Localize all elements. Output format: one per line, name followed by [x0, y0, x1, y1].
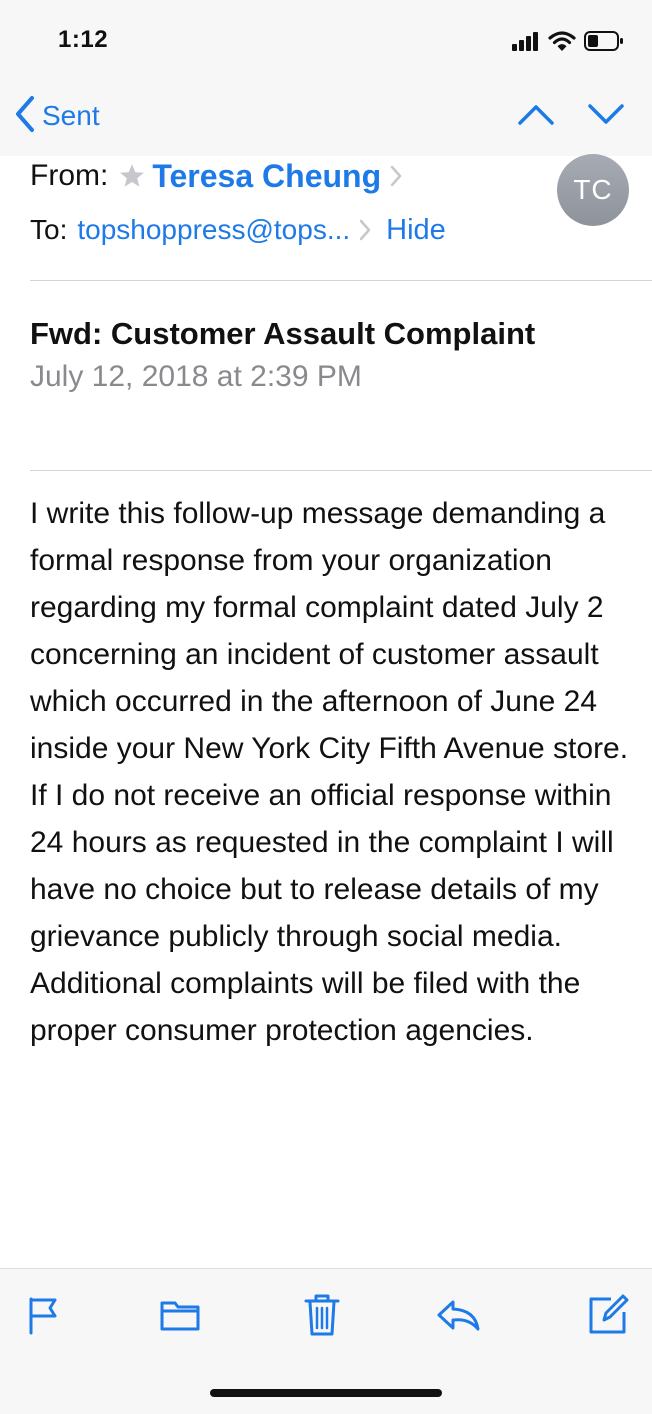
recipient-address[interactable]: topshoppress@tops...	[77, 214, 350, 246]
chevron-up-icon	[517, 102, 555, 131]
bottom-toolbar	[0, 1268, 652, 1414]
message-subject: Fwd: Customer Assault Complaint	[30, 316, 536, 351]
move-to-folder-button[interactable]	[156, 1293, 204, 1341]
chevron-right-icon	[358, 218, 372, 242]
flag-icon	[26, 1295, 62, 1340]
from-row: From: Teresa Cheung	[30, 156, 403, 196]
back-label: Sent	[42, 100, 100, 131]
trash-icon	[303, 1293, 341, 1342]
message-body: I write this follow-up message demanding…	[30, 497, 629, 1047]
wifi-icon	[548, 30, 576, 57]
from-label: From:	[30, 159, 109, 192]
chevron-down-icon	[587, 102, 625, 131]
star-icon[interactable]	[118, 163, 146, 189]
message-date: July 12, 2018 at 2:39 PM	[30, 360, 362, 393]
reply-button[interactable]	[434, 1293, 482, 1341]
hide-details-link[interactable]: Hide	[386, 214, 446, 247]
home-indicator[interactable]	[210, 1389, 442, 1397]
avatar[interactable]: TC	[557, 154, 629, 226]
subject-block: Fwd: Customer Assault Complaint July 12,…	[30, 312, 550, 394]
compose-icon	[587, 1294, 629, 1341]
flag-button[interactable]	[20, 1293, 68, 1341]
message-navigation	[516, 98, 626, 134]
folder-icon	[160, 1298, 200, 1337]
to-label: To:	[30, 214, 68, 245]
message-header: From: Teresa Cheung To: topshoppress@top…	[0, 156, 652, 282]
divider	[30, 470, 652, 471]
trash-button[interactable]	[298, 1293, 346, 1341]
status-bar: 1:12	[0, 0, 652, 80]
chevron-left-icon	[14, 95, 36, 138]
divider	[30, 280, 652, 281]
next-message-button[interactable]	[586, 98, 626, 134]
status-icons	[512, 30, 624, 57]
nav-bar: Sent	[0, 80, 652, 156]
battery-icon	[584, 30, 624, 57]
compose-button[interactable]	[584, 1293, 632, 1341]
chevron-right-icon	[389, 164, 403, 188]
status-time: 1:12	[58, 26, 109, 53]
previous-message-button[interactable]	[516, 98, 556, 134]
back-button[interactable]: Sent	[14, 94, 100, 138]
sender-name[interactable]: Teresa Cheung	[152, 158, 381, 195]
to-row: To: topshoppress@tops... Hide	[30, 210, 446, 250]
reply-icon	[435, 1298, 481, 1337]
cellular-signal-icon	[512, 31, 540, 56]
